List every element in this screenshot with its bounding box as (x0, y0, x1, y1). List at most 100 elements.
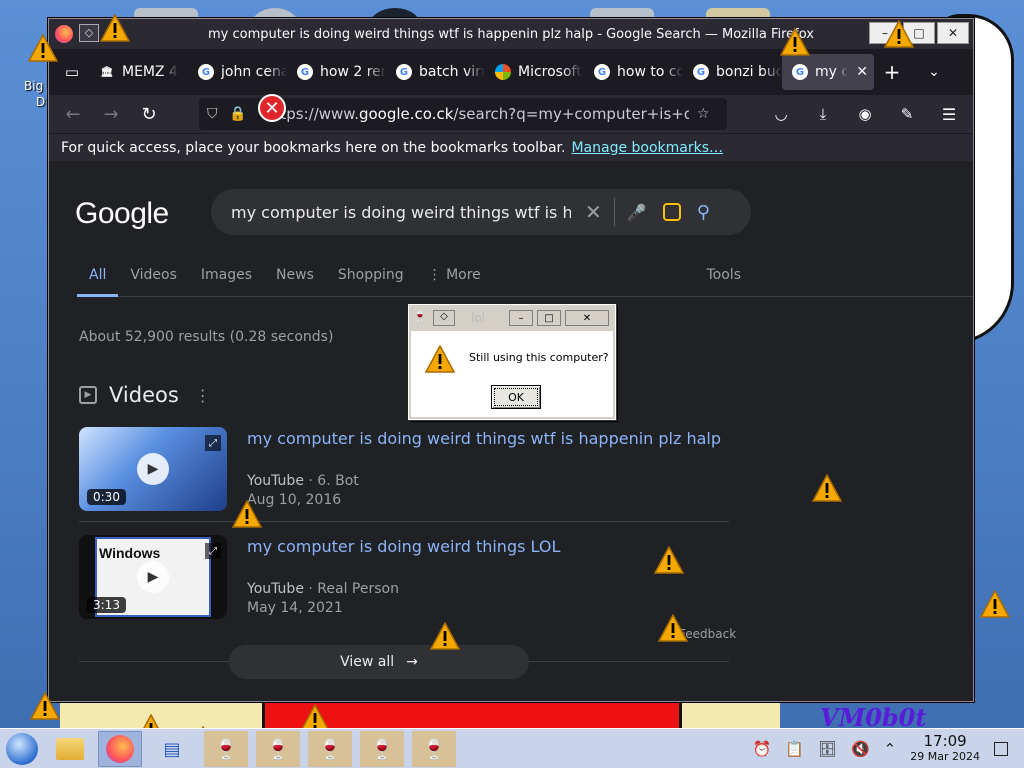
tab-label: MEMZ 4 (122, 64, 178, 80)
warning-icon (980, 590, 1010, 618)
video-source: YouTube · Real Person (247, 581, 399, 597)
tab-how-to-code[interactable]: G how to code (584, 54, 683, 90)
warning-icon (654, 546, 684, 574)
volume-muted-icon[interactable]: 🔇 (851, 740, 870, 758)
storage-icon[interactable]: 🗄 (818, 740, 837, 758)
video-author: 6. Bot (317, 473, 359, 489)
tab-more[interactable]: ⋮ More (416, 261, 493, 297)
tab-list-icon[interactable]: ▭ (55, 55, 89, 89)
tab-images[interactable]: Images (189, 261, 264, 297)
microphone-icon[interactable]: 🎤 (627, 203, 647, 222)
tab-label: batch virus (419, 64, 485, 80)
clock[interactable]: 17:09 29 Mar 2024 (910, 734, 980, 764)
firefox-taskbar-button[interactable] (98, 731, 142, 767)
warning-icon (430, 622, 460, 650)
tab-john-cena[interactable]: G john cena (188, 54, 287, 90)
video-result[interactable]: Windows ▶ 3:13 ⤢ my computer is doing we… (79, 535, 729, 639)
video-title-link[interactable]: my computer is doing weird things wtf is… (247, 429, 721, 448)
more-options-icon[interactable]: ⋮ (195, 386, 211, 405)
minimize-button[interactable]: – (509, 310, 533, 326)
alarm-icon[interactable]: ⏰ (753, 740, 772, 758)
tab-how-2-remove[interactable]: G how 2 remove (287, 54, 386, 90)
extensions-icon[interactable]: ✎ (889, 98, 925, 130)
view-all-button[interactable]: View all → (229, 645, 529, 679)
google-logo[interactable]: Google (75, 197, 169, 231)
video-result[interactable]: ▶ 0:30 ⤢ my computer is doing weird thin… (79, 427, 729, 531)
file-manager-icon[interactable] (48, 731, 92, 767)
video-thumbnail[interactable]: ▶ 0:30 ⤢ (79, 427, 227, 511)
search-icon[interactable]: ⚲ (697, 202, 710, 223)
tab-memz[interactable]: 🏛 MEMZ 4 (89, 54, 188, 90)
desktop-icon-label-line: D (36, 95, 46, 109)
search-box[interactable]: my computer is doing weird things wtf is… (211, 189, 751, 235)
tab-microsoft[interactable]: Microsoft (485, 54, 584, 90)
pin-icon[interactable]: ◇ (79, 24, 99, 42)
tab-bonzi-buddy[interactable]: G bonzi buddy (683, 54, 782, 90)
close-button[interactable]: ✕ (937, 22, 969, 44)
play-icon[interactable]: ▶ (137, 453, 169, 485)
terminal-icon[interactable]: ▤ (150, 731, 194, 767)
lock-icon[interactable]: 🔒 (229, 106, 251, 122)
start-button[interactable] (6, 733, 38, 765)
menu-icon[interactable]: ☰ (931, 98, 967, 130)
tab-batch-virus[interactable]: G batch virus (386, 54, 485, 90)
play-icon[interactable]: ▶ (137, 561, 169, 593)
error-icon: ✕ (258, 94, 286, 122)
maximize-button[interactable]: □ (537, 310, 561, 326)
close-button[interactable]: ✕ (565, 310, 609, 326)
wine-taskbar-button[interactable]: 🍷 (308, 731, 352, 767)
clipboard-icon[interactable]: 📋 (785, 740, 804, 758)
chevron-up-icon[interactable]: ⌃ (884, 740, 897, 758)
camera-lens-icon[interactable] (662, 203, 681, 221)
videos-heading: Videos (109, 383, 179, 407)
expand-icon[interactable]: ⤢ (205, 543, 221, 559)
dialog-titlebar[interactable]: 🍷 ◇ lol – □ ✕ (411, 307, 613, 329)
view-all-label: View all (340, 654, 395, 670)
tab-videos[interactable]: Videos (118, 261, 189, 297)
warning-icon (30, 692, 60, 720)
video-thumbnail[interactable]: Windows ▶ 3:13 ⤢ (79, 535, 227, 619)
tab-shopping[interactable]: Shopping (326, 261, 416, 297)
close-tab-icon[interactable]: ✕ (856, 64, 868, 80)
search-input[interactable]: my computer is doing weird things wtf is… (231, 203, 571, 222)
ok-button[interactable]: OK (491, 385, 541, 409)
wine-taskbar-button[interactable]: 🍷 (204, 731, 248, 767)
wine-taskbar-button[interactable]: 🍷 (412, 731, 456, 767)
tab-news[interactable]: News (264, 261, 326, 297)
reload-button[interactable]: ↻ (131, 98, 167, 130)
wine-taskbar-button[interactable]: 🍷 (256, 731, 300, 767)
tab-all[interactable]: All (77, 261, 119, 297)
tab-my-computer[interactable]: G my computer ✕ (782, 54, 874, 90)
google-icon: G (198, 64, 214, 80)
manage-bookmarks-link[interactable]: Manage bookmarks… (571, 140, 723, 156)
chevron-down-icon[interactable]: ⌄ (916, 54, 952, 90)
back-button[interactable]: ← (55, 98, 91, 130)
account-icon[interactable]: ◉ (847, 98, 883, 130)
videos-section-header: ▶ Videos ⋮ (79, 383, 211, 407)
video-title-link[interactable]: my computer is doing weird things LOL (247, 537, 560, 556)
desktop-icon-label[interactable]: Big D (24, 78, 45, 110)
warning-icon (232, 500, 262, 528)
warning-icon (100, 14, 130, 42)
show-desktop-button[interactable] (994, 742, 1008, 756)
video-platform: YouTube (247, 473, 304, 489)
expand-icon[interactable]: ⤢ (205, 435, 221, 451)
window-titlebar[interactable]: ◇ my computer is doing weird things wtf … (49, 19, 973, 49)
tools-button[interactable]: Tools (707, 267, 742, 283)
bookmarks-hint: For quick access, place your bookmarks h… (61, 139, 566, 156)
bookmark-star-icon[interactable]: ☆ (697, 106, 719, 122)
new-tab-button[interactable]: + (874, 54, 910, 90)
warning-icon (28, 34, 58, 62)
video-author: Real Person (317, 581, 399, 597)
warning-icon (812, 474, 842, 502)
tab-strip: ▭ 🏛 MEMZ 4 G john cena G how 2 remove G … (49, 49, 973, 95)
pin-icon[interactable]: ◇ (433, 310, 455, 326)
wine-taskbar-button[interactable]: 🍷 (360, 731, 404, 767)
clear-icon[interactable]: ✕ (585, 200, 602, 224)
microsoft-icon (495, 64, 511, 80)
shield-icon[interactable]: ⛉ (207, 106, 229, 122)
forward-button[interactable]: → (93, 98, 129, 130)
pocket-icon[interactable]: ◡ (763, 98, 799, 130)
url-text[interactable]: https://www.google.co.ck/search?q=my+com… (265, 105, 689, 123)
download-icon[interactable]: ⤓ (805, 98, 841, 130)
